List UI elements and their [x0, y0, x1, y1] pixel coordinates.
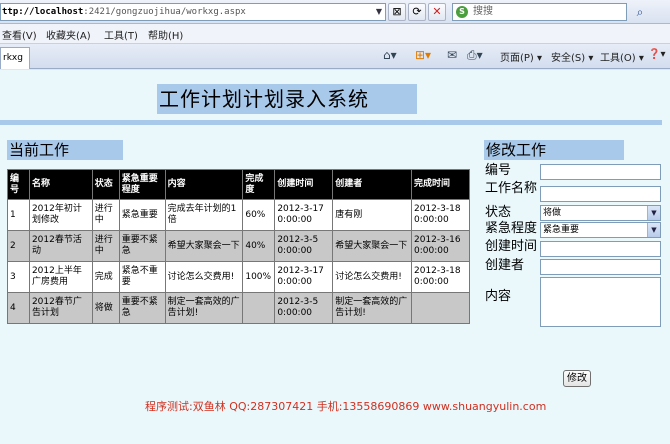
- cell-status: 进行中: [91, 199, 120, 231]
- chevron-down-icon: ▼: [647, 223, 660, 237]
- content-textarea[interactable]: [540, 277, 661, 327]
- search-icon[interactable]: ⌕: [630, 3, 650, 21]
- col-header: 完成度: [242, 169, 276, 200]
- work-name-label: 工作名称: [485, 181, 538, 196]
- cell-created-time: 2012-3-5 0:00:00: [274, 292, 334, 324]
- cell-status: 完成: [91, 261, 120, 293]
- search-input[interactable]: S 搜搜: [452, 3, 627, 21]
- cell-name: 2012春节广告计划: [28, 292, 93, 324]
- address-dropdown-icon[interactable]: ▼: [373, 4, 385, 20]
- col-header: 紧急重要程度: [118, 169, 166, 200]
- tab-current[interactable]: rkxg: [0, 47, 30, 69]
- id-field[interactable]: [540, 164, 661, 180]
- table-row[interactable]: 4 2012春节广告计划 将做 重要不紧急 制定一套高效的广告计划! 2012-…: [7, 292, 470, 324]
- cell-status: 进行中: [91, 230, 120, 262]
- cell-finish-time: 2012-3-18 0:00:00: [411, 199, 470, 231]
- cell-created-time: 2012-3-5 0:00:00: [274, 230, 334, 262]
- menu-bar: 查看(V) 收藏夹(A) 工具(T) 帮助(H): [0, 24, 670, 44]
- title-divider: [0, 120, 662, 125]
- cell-priority: 紧急重要: [118, 199, 166, 231]
- address-bar-row: ttp://localhost:2421/gongzuojihua/workxg…: [0, 0, 670, 24]
- priority-label: 紧急程度: [485, 221, 538, 236]
- help-icon[interactable]: ❓▾: [648, 49, 665, 60]
- cell-status: 将做: [91, 292, 120, 324]
- col-header: 创建时间: [274, 169, 334, 200]
- stop-icon[interactable]: ✕: [428, 3, 446, 21]
- col-header: 创建者: [332, 169, 412, 200]
- table-row[interactable]: 3 2012上半年广房费用 完成 紧急不重要 讨论怎么交费用! 100% 201…: [7, 261, 470, 293]
- menu-help[interactable]: 帮助(H): [148, 27, 183, 42]
- menu-view[interactable]: 查看(V): [2, 27, 37, 42]
- cell-finish-time: 2012-3-16 0:00:00: [411, 230, 470, 262]
- cell-creator: 唐有刚: [332, 199, 412, 231]
- menu-tools[interactable]: 工具(T): [104, 27, 138, 42]
- cell-content: 完成去年计划的1倍: [164, 199, 244, 231]
- cell-name: 2012年初计划修改: [28, 199, 93, 231]
- priority-select[interactable]: 紧急重要 ▼: [540, 222, 661, 238]
- cell-id: 4: [7, 292, 30, 324]
- content-label: 内容: [485, 289, 512, 304]
- menu-favorites[interactable]: 收藏夹(A): [46, 27, 91, 42]
- cell-finish-time: 2012-3-18 0:00:00: [411, 261, 470, 293]
- print-icon[interactable]: ⎙▾: [467, 48, 483, 63]
- status-label: 状态: [485, 205, 512, 220]
- cell-progress: 100%: [242, 261, 276, 293]
- compat-view-icon[interactable]: ⊠: [388, 3, 406, 21]
- cell-content: 讨论怎么交费用!: [164, 261, 244, 293]
- mail-icon[interactable]: ✉: [447, 48, 457, 62]
- creator-label: 创建者: [485, 258, 525, 273]
- page-menu[interactable]: 页面(P) ▾: [500, 49, 542, 64]
- page-title: 工作计划计划录入系统: [157, 84, 417, 114]
- col-header: 内容: [164, 169, 244, 200]
- cell-finish-time: [411, 292, 470, 324]
- created-time-label: 创建时间: [485, 239, 538, 254]
- cell-progress: 60%: [242, 199, 276, 231]
- col-header: 状态: [91, 169, 120, 200]
- chevron-down-icon: ▼: [647, 206, 660, 220]
- cell-content: 制定一套高效的广告计划!: [164, 292, 244, 324]
- cell-created-time: 2012-3-17 0:00:00: [274, 199, 334, 231]
- col-header: 编号: [7, 169, 30, 200]
- cell-id: 1: [7, 199, 30, 231]
- work-table: 编号 名称 状态 紧急重要程度 内容 完成度 创建时间 创建者 完成时间 1 2…: [7, 169, 470, 324]
- id-label: 编号: [485, 163, 512, 178]
- safety-menu[interactable]: 安全(S) ▾: [551, 49, 593, 64]
- cell-creator: 制定一套高效的广告计划!: [332, 292, 412, 324]
- edit-work-heading: 修改工作: [484, 140, 624, 160]
- creator-field[interactable]: [540, 259, 661, 275]
- address-input[interactable]: ttp://localhost:2421/gongzuojihua/workxg…: [0, 3, 386, 21]
- cell-name: 2012上半年广房费用: [28, 261, 93, 293]
- tools-menu[interactable]: 工具(O) ▾: [600, 49, 644, 64]
- feeds-icon[interactable]: ⊞▾: [415, 48, 431, 62]
- current-work-heading: 当前工作: [7, 140, 123, 160]
- cell-id: 2: [7, 230, 30, 262]
- col-header: 完成时间: [411, 169, 470, 200]
- cell-priority: 紧急不重要: [118, 261, 166, 293]
- table-header-row: 编号 名称 状态 紧急重要程度 内容 完成度 创建时间 创建者 完成时间: [7, 169, 470, 200]
- footer-credits: 程序测试:双鱼林 QQ:287307421 手机:13558690869 www…: [145, 400, 547, 413]
- refresh-icon[interactable]: ⟳: [408, 3, 426, 21]
- table-row[interactable]: 2 2012春节活动 进行中 重要不紧急 希望大家聚会一下 40% 2012-3…: [7, 230, 470, 262]
- home-icon[interactable]: ⌂▾: [383, 48, 397, 62]
- cell-progress: [242, 292, 276, 324]
- status-select[interactable]: 将做 ▼: [540, 205, 661, 221]
- cell-priority: 重要不紧急: [118, 292, 166, 324]
- search-engine-icon: S: [456, 6, 468, 18]
- cell-progress: 40%: [242, 230, 276, 262]
- tab-bar: rkxg ⌂▾ ⊞▾ ✉ ⎙▾ 页面(P) ▾ 安全(S) ▾ 工具(O) ▾ …: [0, 44, 670, 69]
- created-time-field[interactable]: [540, 241, 661, 257]
- cell-id: 3: [7, 261, 30, 293]
- work-name-field[interactable]: [540, 186, 661, 202]
- cell-content: 希望大家聚会一下: [164, 230, 244, 262]
- cell-priority: 重要不紧急: [118, 230, 166, 262]
- col-header: 名称: [28, 169, 93, 200]
- edit-button[interactable]: 修改: [563, 370, 591, 387]
- table-row[interactable]: 1 2012年初计划修改 进行中 紧急重要 完成去年计划的1倍 60% 2012…: [7, 199, 470, 231]
- cell-name: 2012春节活动: [28, 230, 93, 262]
- cell-creator: 讨论怎么交费用!: [332, 261, 412, 293]
- cell-creator: 希望大家聚会一下: [332, 230, 412, 262]
- cell-created-time: 2012-3-17 0:00:00: [274, 261, 334, 293]
